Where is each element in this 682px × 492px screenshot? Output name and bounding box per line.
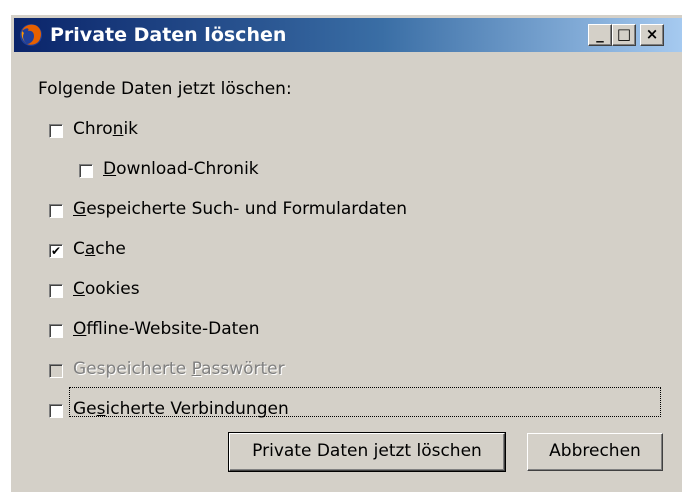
checkbox-cookies[interactable]	[49, 284, 63, 298]
window-title: Private Daten löschen	[50, 24, 287, 46]
option-label: Cookies	[73, 279, 140, 299]
close-button[interactable]: ×	[640, 24, 664, 46]
dialog-window: Private Daten löschen _ □ × Folgende Dat…	[10, 14, 682, 492]
minimize-icon: _	[596, 25, 604, 43]
checkbox-cache[interactable]: ✔	[49, 244, 63, 258]
checkmark-icon: ✔	[50, 244, 62, 258]
minimize-button[interactable]: _	[588, 24, 612, 46]
option-label: Gespeicherte Such- und Formulardaten	[73, 199, 408, 219]
checkbox-history[interactable]	[49, 124, 63, 138]
checkbox-offline-data[interactable]	[49, 324, 63, 338]
cancel-button[interactable]: Abbrechen	[527, 433, 663, 471]
maximize-icon: □	[616, 25, 632, 43]
dialog-heading: Folgende Daten jetzt löschen:	[38, 79, 292, 99]
title-bar[interactable]: Private Daten löschen _ □ ×	[14, 18, 682, 52]
checkbox-passwords	[49, 364, 63, 378]
option-label: Gespeicherte Passwörter	[73, 359, 285, 379]
option-label: Chronik	[73, 119, 139, 139]
close-icon: ×	[645, 25, 659, 43]
checkbox-form-data[interactable]	[49, 204, 63, 218]
checkbox-secure-connections[interactable]	[49, 404, 63, 418]
clear-private-data-button[interactable]: Private Daten jetzt löschen	[228, 432, 506, 472]
focus-indicator	[69, 387, 661, 417]
option-label: Cache	[73, 239, 126, 259]
option-label: Offline-Website-Daten	[73, 319, 260, 339]
firefox-icon	[20, 24, 42, 46]
dialog-content: Folgende Daten jetzt löschen: Chronik Dow…	[11, 55, 682, 492]
option-label: Download-Chronik	[103, 159, 259, 179]
maximize-button[interactable]: □	[612, 24, 636, 46]
checkbox-download-history[interactable]	[79, 164, 93, 178]
